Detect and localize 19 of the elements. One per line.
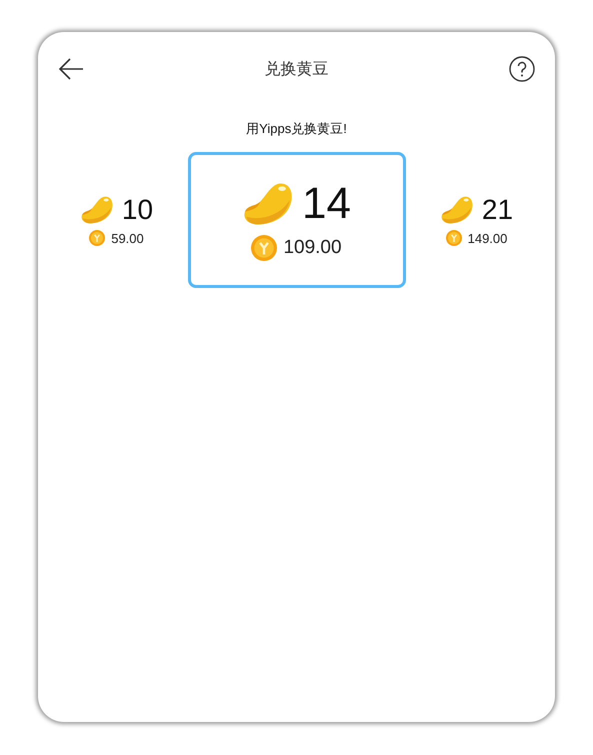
coin-icon xyxy=(89,230,106,246)
bean-count: 10 xyxy=(122,194,154,226)
coin-icon xyxy=(446,230,462,246)
bean-package-option[interactable]: 14 109.00 xyxy=(188,152,406,288)
bean-count: 21 xyxy=(482,194,514,226)
coin-icon xyxy=(251,235,278,261)
back-arrow-icon[interactable] xyxy=(58,58,84,80)
bean-package-option[interactable]: 21 149.00 xyxy=(422,194,532,246)
price-label: 149.00 xyxy=(468,230,508,246)
price-label: 59.00 xyxy=(111,230,144,246)
bean-count: 14 xyxy=(302,179,351,229)
page-title: 兑换黄豆 xyxy=(264,60,328,80)
help-icon[interactable] xyxy=(509,56,535,82)
bean-icon xyxy=(440,195,474,225)
bean-package-option[interactable]: 10 59.00 xyxy=(62,194,172,246)
subtitle: 用Yipps兑换黄豆! xyxy=(245,120,348,138)
price-label: 109.00 xyxy=(283,237,342,259)
bean-icon xyxy=(80,195,114,225)
bean-icon xyxy=(242,181,294,227)
